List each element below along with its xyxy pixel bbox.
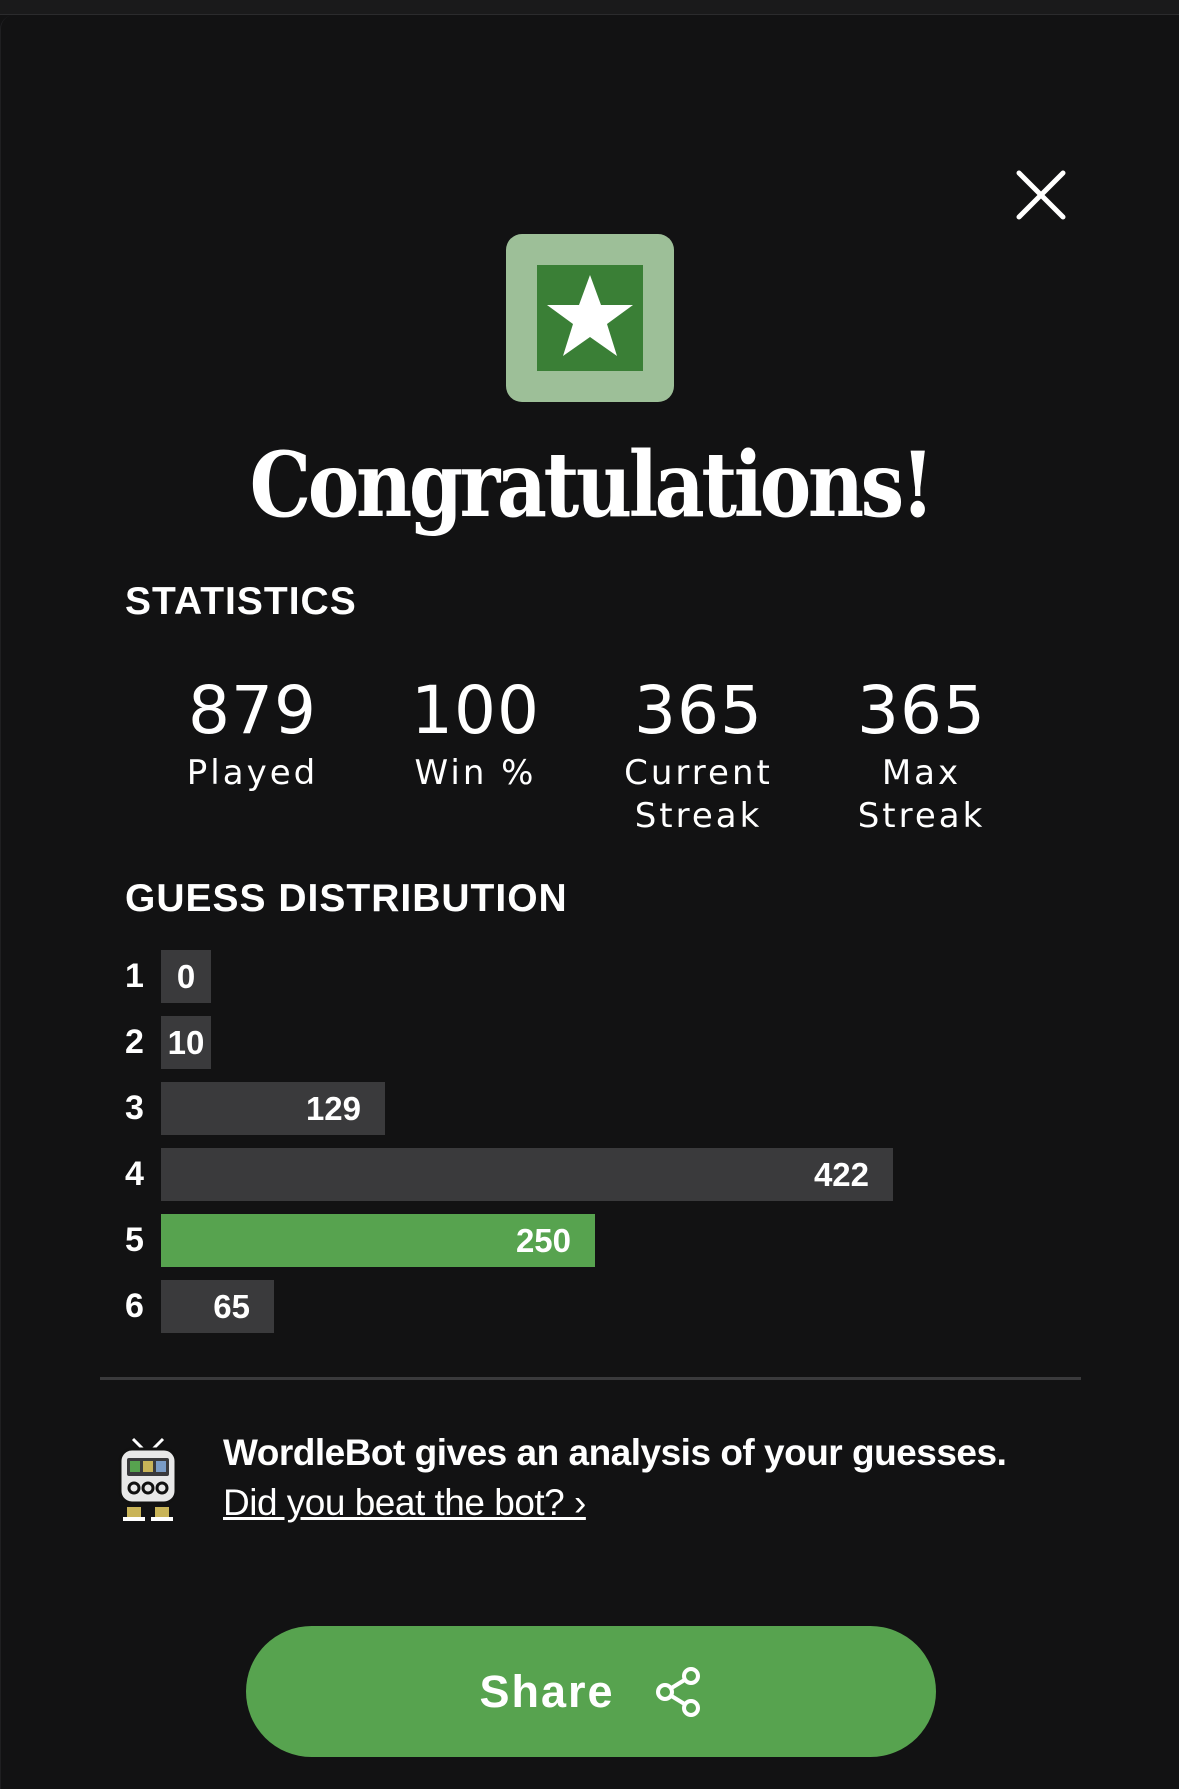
guess-distribution-heading: GUESS DISTRIBUTION bbox=[125, 877, 568, 920]
stat-0: 879 Played bbox=[141, 670, 364, 838]
stat-2: 365 Current Streak bbox=[587, 670, 810, 838]
stat-label: Current bbox=[624, 753, 773, 793]
stat-label: Max bbox=[881, 753, 962, 793]
wordlebot-link[interactable]: Did you beat the bot? › bbox=[223, 1477, 586, 1529]
guess-number: 2 bbox=[125, 1023, 144, 1061]
distribution-bar: 250 bbox=[161, 1214, 595, 1267]
distribution-bar: 10 bbox=[161, 1016, 211, 1069]
distribution-row: 10 bbox=[125, 950, 1085, 1003]
distribution-row: 6 65 bbox=[125, 1280, 1085, 1333]
stat-label: Played bbox=[186, 753, 319, 793]
distribution-bar: 65 bbox=[161, 1280, 274, 1333]
share-label: Share bbox=[479, 1665, 615, 1717]
stat-1: 100 Win % bbox=[364, 670, 587, 838]
wordlebot-description: WordleBot gives an analysis of your gues… bbox=[223, 1432, 1007, 1473]
close-button[interactable] bbox=[1011, 165, 1071, 225]
guess-number: 4 bbox=[125, 1155, 144, 1193]
stat-3: 365 Max Streak bbox=[810, 670, 1033, 838]
top-strip bbox=[0, 0, 1179, 15]
stats-modal: Congratulations! STATISTICS 879 Played 100… bbox=[0, 15, 1179, 1789]
divider bbox=[100, 1377, 1081, 1380]
stat-value: 365 bbox=[634, 672, 763, 749]
stat-value: 879 bbox=[188, 672, 317, 749]
statistics-heading: STATISTICS bbox=[125, 580, 357, 623]
stat-label: Win % bbox=[414, 753, 537, 793]
stat-value: 365 bbox=[857, 672, 986, 749]
stat-label: Streak bbox=[634, 796, 763, 836]
stat-label: Streak bbox=[857, 796, 986, 836]
distribution-bar: 422 bbox=[161, 1148, 893, 1201]
wordlebot-promo: WordleBot gives an analysis of your gues… bbox=[223, 1429, 1007, 1529]
share-icon bbox=[653, 1665, 703, 1719]
distribution-row: 5 250 bbox=[125, 1214, 1085, 1267]
modal-title: Congratulations! bbox=[249, 432, 935, 538]
guess-distribution-chart: 1 0 2 10 3 129 4 422 5 250 6 65 bbox=[125, 950, 1085, 1346]
badge-inner bbox=[537, 265, 643, 371]
distribution-row: 2 10 bbox=[125, 1016, 1085, 1069]
share-button[interactable]: Share bbox=[246, 1626, 936, 1757]
distribution-bar: 129 bbox=[161, 1082, 385, 1135]
stat-value: 100 bbox=[411, 672, 540, 749]
distribution-row: 3 129 bbox=[125, 1082, 1085, 1135]
robot-icon bbox=[113, 1433, 183, 1525]
distribution-row: 4 422 bbox=[125, 1148, 1085, 1201]
congrats-badge bbox=[506, 234, 674, 402]
distribution-bar: 0 bbox=[161, 950, 211, 1003]
guess-number: 5 bbox=[125, 1221, 144, 1259]
guess-number: 3 bbox=[125, 1089, 144, 1127]
star-icon bbox=[547, 275, 633, 356]
guess-number: 1 bbox=[125, 957, 144, 995]
close-icon bbox=[1016, 170, 1066, 220]
statistics-container: 879 Played 100 Win % 365 Current Streak 365 Max S… bbox=[141, 670, 1033, 838]
guess-number: 6 bbox=[125, 1287, 144, 1325]
